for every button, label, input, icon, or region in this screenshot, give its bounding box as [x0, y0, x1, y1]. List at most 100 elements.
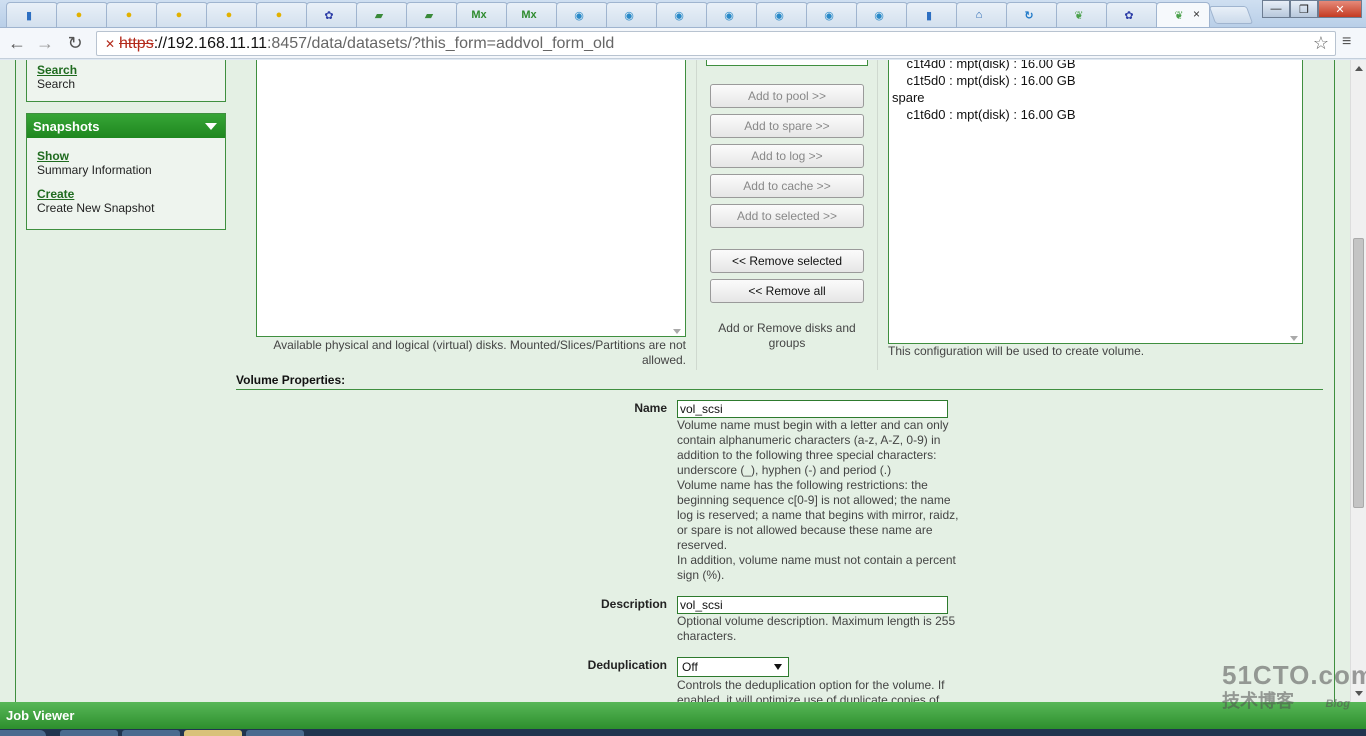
browser-tab[interactable]: Mx: [506, 2, 558, 27]
available-disks-list[interactable]: [256, 60, 686, 337]
volume-name-input[interactable]: [677, 400, 948, 418]
browser-tab[interactable]: ▮: [6, 2, 58, 27]
add-to-cache-button[interactable]: Add to cache >>: [710, 174, 864, 198]
taskbar-item[interactable]: [60, 730, 118, 736]
back-button[interactable]: ←: [6, 32, 28, 54]
add-to-spare-button[interactable]: Add to spare >>: [710, 114, 864, 138]
volume-description-input[interactable]: [677, 596, 948, 614]
config-disk-c1t6d0[interactable]: c1t6d0 : mpt(disk) : 16.00 GB: [892, 107, 1075, 122]
browser-tab[interactable]: ❦: [1056, 2, 1108, 27]
volume-name-percent-rule: In addition, volume name must not contai…: [677, 553, 956, 582]
browser-tab[interactable]: ↻: [1006, 2, 1058, 27]
browser-tab[interactable]: ◉: [656, 2, 708, 27]
scroll-thumb[interactable]: [1353, 238, 1364, 508]
sidebar-snapshots-box: Snapshots Show Summary Information Creat…: [26, 113, 226, 230]
browser-tab[interactable]: ❦ ×: [1156, 2, 1210, 27]
paw-icon: ✿: [324, 9, 334, 22]
job-viewer-bar[interactable]: Job Viewer: [0, 702, 1366, 729]
browser-toolbar: ← → ↻ ✕ https :// 192.168.11.11 :8457/da…: [0, 28, 1366, 59]
book-icon: ▰: [424, 9, 434, 22]
minimize-button[interactable]: —: [1262, 0, 1290, 18]
snapshots-title: Snapshots: [33, 119, 100, 134]
browser-tab[interactable]: ◉: [606, 2, 658, 27]
volume-configuration-list[interactable]: [888, 60, 1303, 344]
duck-icon: ●: [225, 9, 233, 21]
sidebar-search-box: Search Search: [26, 60, 226, 102]
browser-tab[interactable]: ◉: [706, 2, 758, 27]
browser-tab[interactable]: ◉: [556, 2, 608, 27]
config-disk-c1t5d0[interactable]: c1t5d0 : mpt(disk) : 16.00 GB: [892, 73, 1075, 88]
bookmark-star-icon[interactable]: ☆: [1313, 33, 1329, 54]
configuration-scrollbar[interactable]: [1286, 60, 1302, 343]
browser-tab[interactable]: ▰: [406, 2, 458, 27]
config-group-spare[interactable]: spare: [892, 90, 925, 105]
snapshots-header[interactable]: Snapshots: [27, 114, 225, 138]
browser-menu-icon[interactable]: ≡: [1342, 33, 1351, 51]
snapshots-show-desc: Summary Information: [37, 163, 152, 177]
config-disk-c1t4d0[interactable]: c1t4d0 : mpt(disk) : 16.00 GB: [892, 60, 1075, 71]
play-circle-icon: ◉: [674, 9, 684, 22]
play-circle-icon: ◉: [874, 9, 884, 22]
page-scrollbar[interactable]: [1350, 60, 1366, 702]
add-to-log-button[interactable]: Add to log >>: [710, 144, 864, 168]
sidebar-search-link[interactable]: Search: [37, 63, 215, 77]
name-label: Name: [634, 401, 667, 415]
watermark-line3: Blog: [1325, 698, 1350, 710]
address-bar[interactable]: ✕ https :// 192.168.11.11 :8457/data/dat…: [96, 31, 1336, 56]
leaf-icon: ❦: [1074, 9, 1084, 22]
browser-tab[interactable]: Mx: [456, 2, 508, 27]
play-circle-icon: ◉: [824, 9, 834, 22]
dropdown-caret-icon: [774, 664, 782, 670]
paw-icon: ✿: [1124, 9, 1134, 22]
taskbar-item[interactable]: [184, 730, 242, 736]
scroll-up-arrow-icon[interactable]: [1355, 66, 1363, 71]
new-tab-button[interactable]: [1208, 6, 1254, 24]
volume-name-restrictions: Volume name has the following restrictio…: [677, 478, 959, 552]
available-disks-scrollbar[interactable]: [669, 60, 685, 336]
browser-tab[interactable]: ●: [106, 2, 158, 27]
browser-tab[interactable]: ⌂: [956, 2, 1008, 27]
remove-selected-button[interactable]: << Remove selected: [710, 249, 864, 273]
maximize-button[interactable]: ❐: [1290, 0, 1318, 18]
start-button[interactable]: [0, 730, 46, 736]
browser-tab-strip: ▮ ● ● ● ● ● ✿ ▰ ▰ Mx Mx ◉ ◉ ◉ ◉ ◉ ◉ ◉ ▮ ⌂ ↻ ❦ ✿ ❦ × — ❐ ✕: [0, 0, 1366, 28]
monitor-icon: ▮: [925, 9, 933, 22]
collapse-arrow-icon[interactable]: [205, 123, 217, 130]
browser-tab[interactable]: ●: [206, 2, 258, 27]
browser-tab[interactable]: ●: [256, 2, 308, 27]
add-to-pool-button[interactable]: Add to pool >>: [710, 84, 864, 108]
broken-lock-icon: ✕: [104, 36, 116, 51]
mx-icon: Mx: [521, 9, 537, 21]
browser-tab[interactable]: ✿: [1106, 2, 1158, 27]
book-icon: ▰: [374, 9, 384, 22]
tab-close-icon[interactable]: ×: [1193, 7, 1200, 21]
deduplication-select[interactable]: Off: [677, 657, 789, 677]
leaf-icon: ❦: [1174, 9, 1184, 22]
taskbar-item[interactable]: [122, 730, 180, 736]
snapshots-create-link[interactable]: Create: [37, 187, 215, 201]
refresh-app-icon: ↻: [1024, 9, 1034, 22]
browser-tab[interactable]: ◉: [806, 2, 858, 27]
browser-tab[interactable]: ◉: [856, 2, 908, 27]
taskbar-item[interactable]: [246, 730, 304, 736]
close-window-button[interactable]: ✕: [1318, 0, 1362, 18]
browser-tab[interactable]: ▰: [356, 2, 408, 27]
add-to-selected-button[interactable]: Add to selected >>: [710, 204, 864, 228]
remove-all-button[interactable]: << Remove all: [710, 279, 864, 303]
browser-tab[interactable]: ▮: [906, 2, 958, 27]
monitor-icon: ▮: [25, 9, 33, 22]
browser-tab[interactable]: ◉: [756, 2, 808, 27]
volume-name-help: Volume name must begin with a letter and…: [677, 418, 949, 477]
snapshots-show-link[interactable]: Show: [37, 149, 215, 163]
scroll-down-arrow-icon[interactable]: [1355, 691, 1363, 696]
reload-button[interactable]: ↻: [64, 32, 86, 54]
url-scheme: https: [119, 34, 154, 52]
browser-tab[interactable]: ✿: [306, 2, 358, 27]
play-circle-icon: ◉: [574, 9, 584, 22]
play-circle-icon: ◉: [624, 9, 634, 22]
disk-group-box: [706, 60, 868, 66]
forward-button[interactable]: →: [34, 32, 56, 54]
browser-tab[interactable]: ●: [156, 2, 208, 27]
browser-tab[interactable]: ●: [56, 2, 108, 27]
duck-icon: ●: [175, 9, 183, 21]
